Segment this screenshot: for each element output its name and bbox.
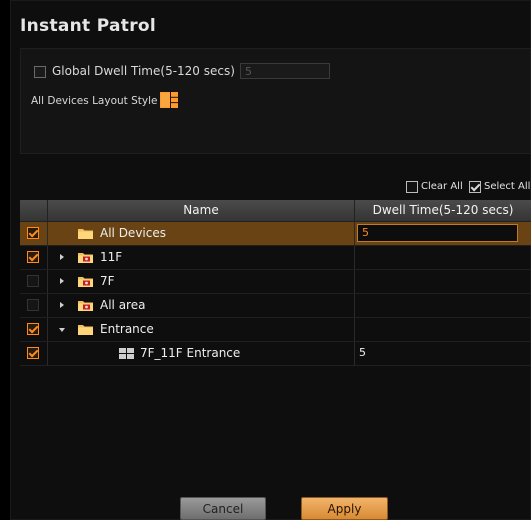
table-header: Name Dwell Time(5-120 secs) [20,200,531,222]
expand-arrow-icon[interactable] [60,254,64,260]
row-name: 7F [100,274,115,288]
global-dwell-input[interactable]: 5 [240,63,330,79]
clear-all-checkbox-icon [406,181,418,193]
dwell-time-input[interactable]: 5 [357,224,518,242]
collapse-arrow-icon[interactable] [59,328,65,332]
row-name: All area [100,298,146,312]
instant-patrol-dialog: Instant Patrol Global Dwell Time(5-120 s… [10,0,531,520]
row-checkbox[interactable] [27,347,39,359]
row-name: 7F_11F Entrance [140,346,241,360]
expand-arrow-icon[interactable] [60,278,64,284]
table-row[interactable]: 7F_11F Entrance 5 [20,342,531,366]
device-table: Name Dwell Time(5-120 secs) All Devices … [20,200,531,366]
folder-icon [78,229,93,239]
apply-button[interactable]: Apply [301,497,388,520]
dwell-time-value[interactable]: 5 [359,346,366,359]
folder-icon [78,325,93,335]
row-name: Entrance [100,322,154,336]
row-checkbox[interactable] [27,251,39,263]
dialog-title: Instant Patrol [20,16,156,36]
cancel-button[interactable]: Cancel [180,497,266,520]
row-name: 11F [100,250,123,264]
expand-arrow-icon[interactable] [60,302,64,308]
layout-grid-icon[interactable] [160,92,178,108]
header-check-column [20,200,47,221]
row-name: All Devices [100,226,166,240]
table-row[interactable]: 11F [20,246,531,270]
select-all-label: Select All [484,181,531,192]
clear-all-label: Clear All [421,181,463,192]
layout-style-label: All Devices Layout Style [31,95,158,107]
table-row[interactable]: Entrance [20,318,531,342]
row-checkbox[interactable] [27,299,39,311]
row-checkbox[interactable] [27,323,39,335]
layout-grid-icon [119,348,134,359]
global-dwell-label: Global Dwell Time(5-120 secs) [52,64,235,78]
header-dwell-time[interactable]: Dwell Time(5-120 secs) [355,200,531,221]
folder-camera-icon [78,253,93,263]
table-row[interactable]: All area [20,294,531,318]
table-row[interactable]: 7F [20,270,531,294]
global-dwell-checkbox[interactable] [34,66,46,78]
row-checkbox[interactable] [27,275,39,287]
header-name[interactable]: Name [48,200,354,221]
table-row[interactable]: All Devices 5 [20,222,531,246]
folder-camera-icon [78,277,93,287]
row-checkbox[interactable] [27,227,39,239]
select-all-checkbox-icon [469,181,481,193]
settings-panel: Global Dwell Time(5-120 secs) 5 All Devi… [20,48,531,154]
folder-camera-icon [78,301,93,311]
